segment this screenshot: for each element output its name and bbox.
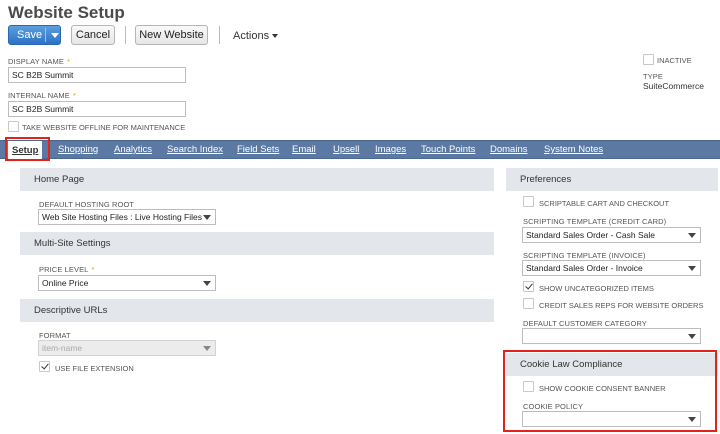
- scriptable-cart-label: SCRIPTABLE CART AND CHECKOUT: [539, 199, 670, 208]
- default-category-label: DEFAULT CUSTOMER CATEGORY: [523, 319, 647, 328]
- default-category-select[interactable]: [522, 328, 701, 344]
- script-invoice-select[interactable]: Standard Sales Order - Invoice: [522, 260, 701, 276]
- setup-tab-highlight: [5, 137, 50, 161]
- save-divider: [45, 28, 46, 42]
- credit-reps-checkbox[interactable]: [523, 298, 534, 309]
- chevron-down-icon: [688, 233, 696, 238]
- tab-field-sets[interactable]: Field Sets: [237, 144, 279, 155]
- chevron-down-icon: [203, 215, 211, 220]
- display-name-input[interactable]: SC B2B Summit: [8, 67, 186, 83]
- new-website-button[interactable]: New Website: [135, 25, 208, 45]
- tab-touch-points[interactable]: Touch Points: [421, 144, 475, 155]
- scriptable-cart-checkbox[interactable]: [523, 196, 534, 207]
- section-preferences: Preferences: [506, 168, 718, 191]
- script-invoice-value: Standard Sales Order - Invoice: [526, 263, 643, 273]
- toolbar-divider: [219, 26, 220, 44]
- tab-system-notes[interactable]: System Notes: [544, 144, 603, 155]
- tab-email[interactable]: Email: [292, 144, 316, 155]
- script-credit-card-label: SCRIPTING TEMPLATE (CREDIT CARD): [523, 217, 667, 226]
- file-extension-label: USE FILE EXTENSION: [55, 364, 134, 373]
- file-extension-checkbox[interactable]: [39, 361, 50, 372]
- tab-shopping[interactable]: Shopping: [58, 144, 98, 155]
- tab-search-index[interactable]: Search Index: [167, 144, 223, 155]
- offline-checkbox[interactable]: [8, 121, 19, 132]
- chevron-down-icon: [688, 266, 696, 271]
- section-home-page: Home Page: [20, 168, 494, 191]
- credit-reps-label: CREDIT SALES REPS FOR WEBSITE ORDERS: [539, 301, 704, 310]
- save-button-label: Save: [17, 29, 43, 41]
- internal-name-label: INTERNAL NAME *: [8, 91, 76, 100]
- script-credit-card-select[interactable]: Standard Sales Order - Cash Sale: [522, 227, 701, 243]
- section-descriptive-urls: Descriptive URLs: [20, 299, 494, 322]
- inactive-label: INACTIVE: [657, 56, 692, 65]
- hosting-root-label: DEFAULT HOSTING ROOT: [39, 200, 135, 209]
- cookie-section-highlight: [503, 350, 717, 432]
- actions-menu[interactable]: Actions: [233, 30, 279, 42]
- required-icon: *: [66, 57, 70, 66]
- tab-images[interactable]: Images: [375, 144, 406, 155]
- chevron-down-icon: [203, 281, 211, 286]
- show-uncategorized-checkbox[interactable]: [523, 281, 534, 292]
- hosting-root-select[interactable]: Web Site Hosting Files : Live Hosting Fi…: [38, 209, 216, 225]
- type-label: TYPE: [643, 72, 663, 81]
- chevron-down-icon[interactable]: [51, 33, 59, 38]
- required-icon: *: [72, 91, 76, 100]
- caret-down-icon: [272, 34, 279, 39]
- offline-label: TAKE WEBSITE OFFLINE FOR MAINTENANCE: [22, 123, 186, 132]
- type-value: SuiteCommerce: [643, 81, 704, 91]
- chevron-down-icon: [688, 334, 696, 339]
- page-title: Website Setup: [8, 3, 125, 22]
- price-level-label: PRICE LEVEL *: [39, 265, 95, 274]
- actions-label: Actions: [233, 30, 270, 42]
- inactive-checkbox[interactable]: [643, 54, 654, 65]
- tab-upsell[interactable]: Upsell: [333, 144, 359, 155]
- display-name-label: DISPLAY NAME *: [8, 57, 70, 66]
- format-value: item-name: [42, 343, 83, 353]
- format-select: item-name: [38, 340, 216, 356]
- toolbar-divider: [125, 26, 126, 44]
- tab-analytics[interactable]: Analytics: [114, 144, 152, 155]
- show-uncategorized-label: SHOW UNCATEGORIZED ITEMS: [539, 284, 654, 293]
- hosting-root-value: Web Site Hosting Files : Live Hosting Fi…: [42, 212, 202, 222]
- script-credit-card-value: Standard Sales Order - Cash Sale: [526, 230, 655, 240]
- script-invoice-label: SCRIPTING TEMPLATE (INVOICE): [523, 251, 646, 260]
- format-label: FORMAT: [39, 331, 71, 340]
- chevron-down-icon: [203, 346, 211, 351]
- section-multi-site: Multi-Site Settings: [20, 232, 494, 255]
- required-icon: *: [91, 265, 95, 274]
- price-level-select[interactable]: Online Price: [38, 275, 216, 291]
- cancel-button[interactable]: Cancel: [71, 25, 115, 45]
- internal-name-input[interactable]: SC B2B Summit: [8, 101, 186, 117]
- tab-domains[interactable]: Domains: [490, 144, 528, 155]
- subtab-bar: Setup Shopping Analytics Search Index Fi…: [0, 140, 720, 160]
- save-button[interactable]: Save: [8, 25, 61, 45]
- price-level-value: Online Price: [42, 278, 89, 288]
